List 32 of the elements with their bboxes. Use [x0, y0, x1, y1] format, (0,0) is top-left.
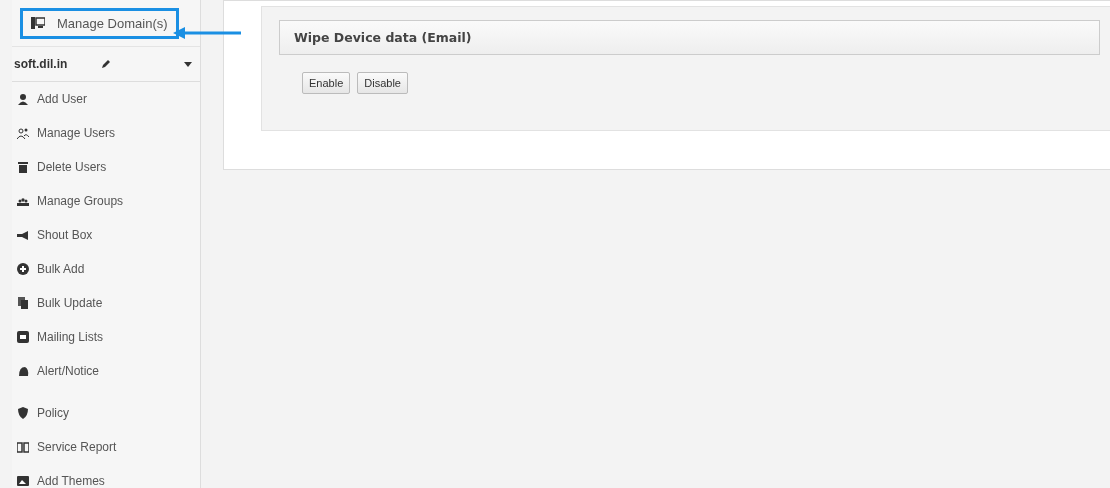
action-button[interactable]: Disable: [357, 72, 408, 94]
sidebar-item[interactable]: Manage Groups: [12, 184, 200, 218]
server-monitor-icon: [31, 17, 45, 29]
sidebar-item[interactable]: Bulk Update: [12, 286, 200, 320]
sidebar-item[interactable]: Bulk Add: [12, 252, 200, 286]
sidebar-item[interactable]: Delete Users: [12, 150, 200, 184]
copy-icon: [17, 297, 29, 309]
sidebar-item[interactable]: Alert/Notice: [12, 354, 200, 388]
shield-icon: [17, 407, 29, 419]
domain-name: soft.dil.in: [14, 57, 68, 71]
pencil-icon[interactable]: [101, 59, 112, 69]
sidebar-item[interactable]: Add User: [12, 82, 200, 116]
person-icon: [17, 93, 29, 105]
megaphone-icon: [17, 229, 29, 241]
sidebar-item[interactable]: Manage Users: [12, 116, 200, 150]
caret-icon[interactable]: [184, 61, 192, 67]
group-icon: [17, 195, 29, 207]
panel-title: Wipe Device data (Email): [279, 20, 1100, 55]
bell-icon: [17, 365, 29, 377]
annotation-arrow: [173, 26, 241, 40]
sidebar-item[interactable]: Add Themes: [12, 464, 200, 488]
book-icon: [17, 441, 29, 453]
manage-domains-link[interactable]: Manage Domain(s): [20, 7, 179, 39]
people-icon: [17, 127, 29, 139]
sidebar-item[interactable]: Mailing Lists: [12, 320, 200, 354]
sidebar-item[interactable]: Service Report: [12, 430, 200, 464]
sidebar-item[interactable]: Policy: [12, 396, 200, 430]
sidebar-item[interactable]: Shout Box: [12, 218, 200, 252]
envelope-icon: [17, 331, 29, 343]
plus-circle-icon: [17, 263, 29, 275]
trash-icon: [17, 161, 29, 173]
action-button[interactable]: Enable: [302, 72, 351, 94]
